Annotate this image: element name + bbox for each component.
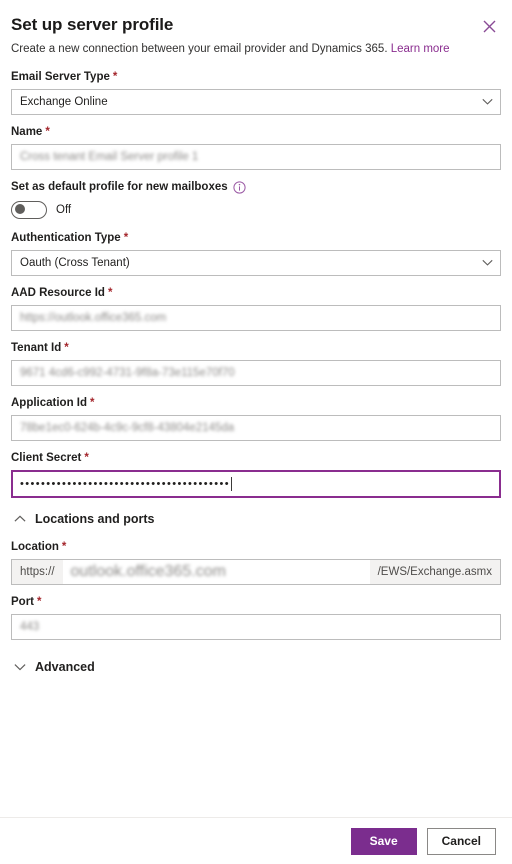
default-profile-toggle[interactable]	[11, 201, 47, 219]
default-profile-toggle-row: Off	[11, 201, 501, 219]
advanced-label: Advanced	[35, 660, 95, 674]
location-suffix: /EWS/Exchange.asmx	[369, 560, 500, 584]
chevron-up-icon	[14, 512, 26, 526]
aad-resource-id-input[interactable]: https://outlook.office365.com	[11, 305, 501, 331]
location-label-text: Location	[11, 541, 59, 553]
section-advanced[interactable]: Advanced	[14, 660, 501, 674]
default-profile-label-text: Set as default profile for new mailboxes	[11, 181, 228, 193]
name-value: Cross tenant Email Server profile 1	[20, 151, 199, 163]
info-icon[interactable]	[233, 180, 246, 194]
client-secret-input[interactable]: ••••••••••••••••••••••••••••••••••••••••	[11, 470, 501, 498]
field-email-server-type: Email Server Type * Exchange Online	[11, 69, 501, 115]
name-label-text: Name	[11, 126, 43, 138]
field-application-id: Application Id * 78be1ec0-624b-4c9c-9cf8…	[11, 395, 501, 441]
field-client-secret: Client Secret * ••••••••••••••••••••••••…	[11, 450, 501, 498]
close-button[interactable]	[476, 13, 502, 39]
close-icon	[483, 20, 496, 33]
application-id-value: 78be1ec0-624b-4c9c-9cf8-43804e2145da	[20, 422, 235, 434]
application-id-input[interactable]: 78be1ec0-624b-4c9c-9cf8-43804e2145da	[11, 415, 501, 441]
location-input-group: https:// outlook.office365.com /EWS/Exch…	[11, 559, 501, 585]
learn-more-link[interactable]: Learn more	[391, 43, 450, 55]
aad-resource-id-label: AAD Resource Id *	[11, 285, 501, 301]
server-profile-dialog: Set up server profile Create a new conne…	[0, 0, 512, 864]
chevron-down-icon	[14, 660, 26, 674]
authentication-type-value: Oauth (Cross Tenant)	[20, 257, 130, 269]
field-port: Port * 443	[11, 594, 501, 640]
required-asterisk: *	[37, 596, 42, 608]
email-server-type-label: Email Server Type *	[11, 69, 501, 85]
client-secret-value: ••••••••••••••••••••••••••••••••••••••••	[20, 478, 231, 490]
port-input[interactable]: 443	[11, 614, 501, 640]
tenant-id-label-text: Tenant Id	[11, 342, 62, 354]
application-id-label: Application Id *	[11, 395, 501, 411]
section-locations-and-ports[interactable]: Locations and ports	[14, 512, 501, 526]
tenant-id-input[interactable]: 9671 4cd6-c992-4731-9f8a-73e115e70f70	[11, 360, 501, 386]
port-label-text: Port	[11, 596, 34, 608]
required-asterisk: *	[112, 71, 118, 83]
field-tenant-id: Tenant Id * 9671 4cd6-c992-4731-9f8a-73e…	[11, 340, 501, 386]
form-body: Email Server Type * Exchange Online Name…	[0, 57, 512, 817]
location-value: outlook.office365.com	[70, 563, 226, 580]
email-server-type-value: Exchange Online	[20, 96, 108, 108]
required-asterisk: *	[64, 342, 69, 354]
field-aad-resource-id: AAD Resource Id * https://outlook.office…	[11, 285, 501, 331]
field-name: Name * Cross tenant Email Server profile…	[11, 124, 501, 170]
dialog-header: Set up server profile Create a new conne…	[0, 0, 512, 57]
aad-resource-id-label-text: AAD Resource Id	[11, 287, 105, 299]
dialog-subtitle: Create a new connection between your ema…	[11, 41, 496, 57]
email-server-type-select[interactable]: Exchange Online	[11, 89, 501, 115]
field-location: Location * https:// outlook.office365.co…	[11, 539, 501, 585]
name-input[interactable]: Cross tenant Email Server profile 1	[11, 144, 501, 170]
application-id-label-text: Application Id	[11, 397, 88, 409]
location-prefix: https://	[12, 560, 63, 584]
default-profile-label: Set as default profile for new mailboxes	[11, 179, 501, 195]
chevron-down-icon	[482, 98, 493, 106]
cancel-button[interactable]: Cancel	[426, 827, 496, 855]
port-value: 443	[20, 621, 40, 633]
authentication-type-select[interactable]: Oauth (Cross Tenant)	[11, 250, 501, 276]
toggle-knob	[15, 204, 25, 214]
client-secret-label-text: Client Secret	[11, 452, 82, 464]
locations-and-ports-label: Locations and ports	[35, 512, 155, 526]
email-server-type-label-text: Email Server Type	[11, 71, 110, 83]
name-label: Name *	[11, 124, 501, 140]
location-label: Location *	[11, 539, 501, 555]
required-asterisk: *	[45, 126, 50, 138]
dialog-footer: Save Cancel	[0, 817, 512, 864]
required-asterisk: *	[61, 541, 67, 553]
save-button[interactable]: Save	[350, 827, 417, 855]
chevron-down-icon	[482, 259, 493, 267]
required-asterisk: *	[84, 452, 89, 464]
authentication-type-label-text: Authentication Type	[11, 232, 121, 244]
required-asterisk: *	[123, 232, 129, 244]
authentication-type-label: Authentication Type *	[11, 230, 501, 246]
client-secret-label: Client Secret *	[11, 450, 501, 466]
text-cursor	[231, 477, 233, 491]
field-authentication-type: Authentication Type * Oauth (Cross Tenan…	[11, 230, 501, 276]
field-default-profile: Set as default profile for new mailboxes…	[11, 179, 501, 219]
dialog-subtitle-text: Create a new connection between your ema…	[11, 43, 388, 55]
tenant-id-value: 9671 4cd6-c992-4731-9f8a-73e115e70f70	[20, 367, 235, 379]
location-input[interactable]: outlook.office365.com	[63, 560, 370, 584]
required-asterisk: *	[90, 397, 95, 409]
required-asterisk: *	[107, 287, 113, 299]
aad-resource-id-value: https://outlook.office365.com	[20, 312, 167, 324]
port-label: Port *	[11, 594, 501, 610]
toggle-state-label: Off	[56, 204, 72, 216]
page-title: Set up server profile	[11, 15, 174, 34]
tenant-id-label: Tenant Id *	[11, 340, 501, 356]
